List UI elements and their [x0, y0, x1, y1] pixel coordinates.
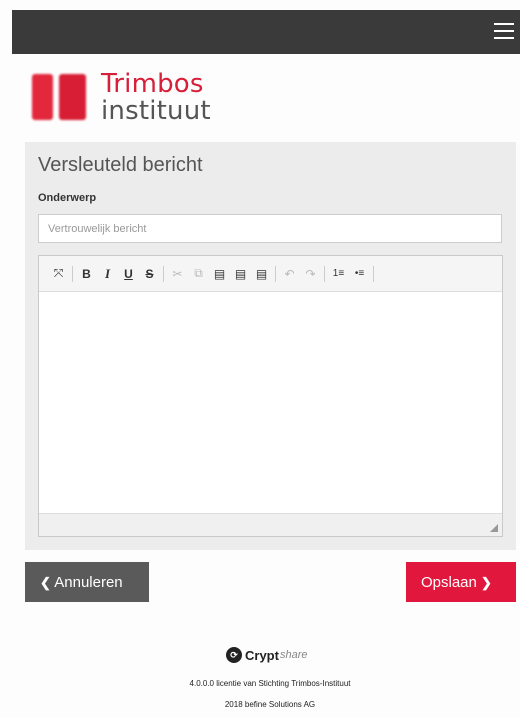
- redo-icon[interactable]: ↷: [301, 264, 320, 284]
- cryptshare-brand-bold: Crypt: [245, 647, 279, 663]
- editor-toolbar: ⤧ B I U S ✂ ⧉ ▤ ▤ ▤ ↶ ↷ 1≡ •≡: [39, 256, 502, 292]
- message-panel: Versleuteld bericht Onderwerp ⤧ B I U S …: [25, 142, 516, 550]
- top-bar: [12, 10, 520, 54]
- save-button[interactable]: Opslaan ❯: [406, 562, 516, 602]
- bold-icon[interactable]: B: [77, 264, 96, 284]
- logo-text-line1: Trimbos: [101, 69, 204, 99]
- numbered-list-icon[interactable]: 1≡: [329, 264, 348, 284]
- paste-icon[interactable]: ▤: [210, 264, 229, 284]
- subject-label: Onderwerp: [38, 192, 97, 204]
- paste-word-icon[interactable]: ▤: [252, 264, 271, 284]
- toolbar-separator: [72, 265, 73, 282]
- message-body-input[interactable]: [39, 293, 502, 513]
- maximize-icon[interactable]: ⤧: [49, 264, 68, 284]
- copyright-text: 2018 befine Solutions AG: [224, 700, 316, 709]
- logo-mark-right: [59, 74, 86, 120]
- logo-text-line2: instituut: [101, 96, 211, 126]
- cryptshare-icon: ⟳: [226, 647, 242, 663]
- italic-icon[interactable]: I: [98, 264, 117, 284]
- page-title: Versleuteld bericht: [38, 154, 203, 176]
- cut-icon[interactable]: ✂: [168, 264, 187, 284]
- toolbar-separator: [275, 265, 276, 282]
- license-text: 4.0.0.0 licentie van Stichting Trimbos-I…: [189, 679, 351, 688]
- copy-icon[interactable]: ⧉: [189, 264, 208, 284]
- resize-grip-icon[interactable]: [490, 524, 498, 532]
- cancel-button[interactable]: ❮ Annuleren: [25, 562, 149, 602]
- chevron-right-icon: ❯: [481, 574, 492, 590]
- hamburger-icon[interactable]: [494, 23, 514, 41]
- cryptshare-logo: ⟳ Crypt share: [226, 646, 307, 664]
- cancel-button-label: Annuleren: [54, 573, 123, 591]
- undo-icon[interactable]: ↶: [280, 264, 299, 284]
- underline-icon[interactable]: U: [119, 264, 138, 284]
- toolbar-separator: [373, 265, 374, 282]
- toolbar-separator: [324, 265, 325, 282]
- save-button-label: Opslaan: [421, 573, 477, 591]
- toolbar-separator: [163, 265, 164, 282]
- chevron-left-icon: ❮: [40, 574, 51, 590]
- paste-text-icon[interactable]: ▤: [231, 264, 250, 284]
- subject-input[interactable]: [38, 214, 502, 243]
- bulleted-list-icon[interactable]: •≡: [350, 264, 369, 284]
- editor-statusbar: [39, 513, 502, 536]
- logo-mark-left: [32, 74, 53, 120]
- message-editor: ⤧ B I U S ✂ ⧉ ▤ ▤ ▤ ↶ ↷ 1≡ •≡: [38, 255, 503, 537]
- strikethrough-icon[interactable]: S: [140, 264, 159, 284]
- cryptshare-brand-light: share: [279, 649, 308, 661]
